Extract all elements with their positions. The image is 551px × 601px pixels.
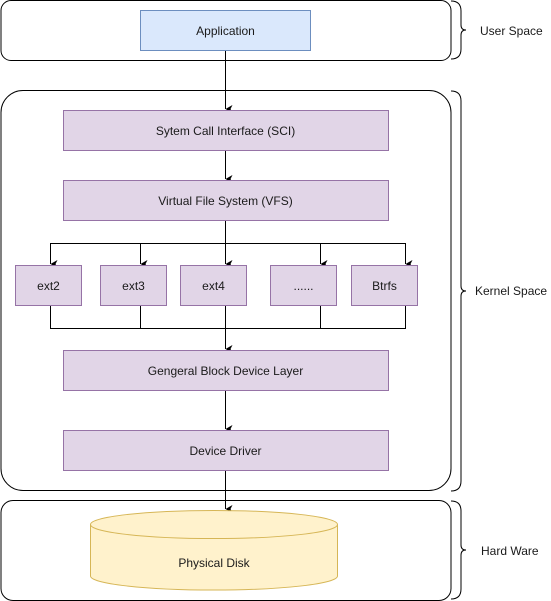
hardware-brace xyxy=(450,500,467,600)
linux-io-stack-diagram: User Space Kernel Space Hard Ware Applic… xyxy=(0,0,547,601)
fs-node-ext2: ext2 xyxy=(15,265,82,306)
svg-text:ext3: ext3 xyxy=(122,279,145,293)
svg-text:ext4: ext4 xyxy=(202,279,225,293)
svg-text:Physical Disk: Physical Disk xyxy=(178,556,250,570)
svg-text:Sytem Call Interface (SCI): Sytem Call Interface (SCI) xyxy=(156,124,295,138)
svg-text:Virtual File System (VFS): Virtual File System (VFS) xyxy=(158,194,292,208)
user-space-brace xyxy=(450,0,467,60)
svg-text:......: ...... xyxy=(293,279,313,293)
svg-text:Gengeral Block Device Layer: Gengeral Block Device Layer xyxy=(148,364,303,378)
hardware-label: Hard Ware xyxy=(481,544,539,558)
block-layer-node: Gengeral Block Device Layer xyxy=(63,350,389,391)
device-driver-node: Device Driver xyxy=(63,430,389,471)
vfs-node: Virtual File System (VFS) xyxy=(63,180,389,221)
fs-node-ext4: ext4 xyxy=(180,265,247,306)
svg-text:Device Driver: Device Driver xyxy=(189,444,261,458)
kernel-space-brace xyxy=(450,90,467,492)
svg-text:ext2: ext2 xyxy=(37,279,60,293)
kernel-space-label: Kernel Space xyxy=(475,284,547,298)
fs-node-other: ...... xyxy=(270,265,337,306)
edge-vfs-bus xyxy=(50,243,406,264)
physical-disk-node: Physical Disk xyxy=(90,509,338,591)
application-node: Application xyxy=(140,10,311,51)
fs-node-btrfs: Btrfs xyxy=(351,265,418,306)
user-space-label: User Space xyxy=(480,24,543,38)
svg-text:Application: Application xyxy=(196,24,255,38)
fs-node-ext3: ext3 xyxy=(100,265,167,306)
sci-node: Sytem Call Interface (SCI) xyxy=(63,110,389,151)
svg-text:Btrfs: Btrfs xyxy=(372,279,397,293)
edge-fs-bus xyxy=(50,305,406,329)
